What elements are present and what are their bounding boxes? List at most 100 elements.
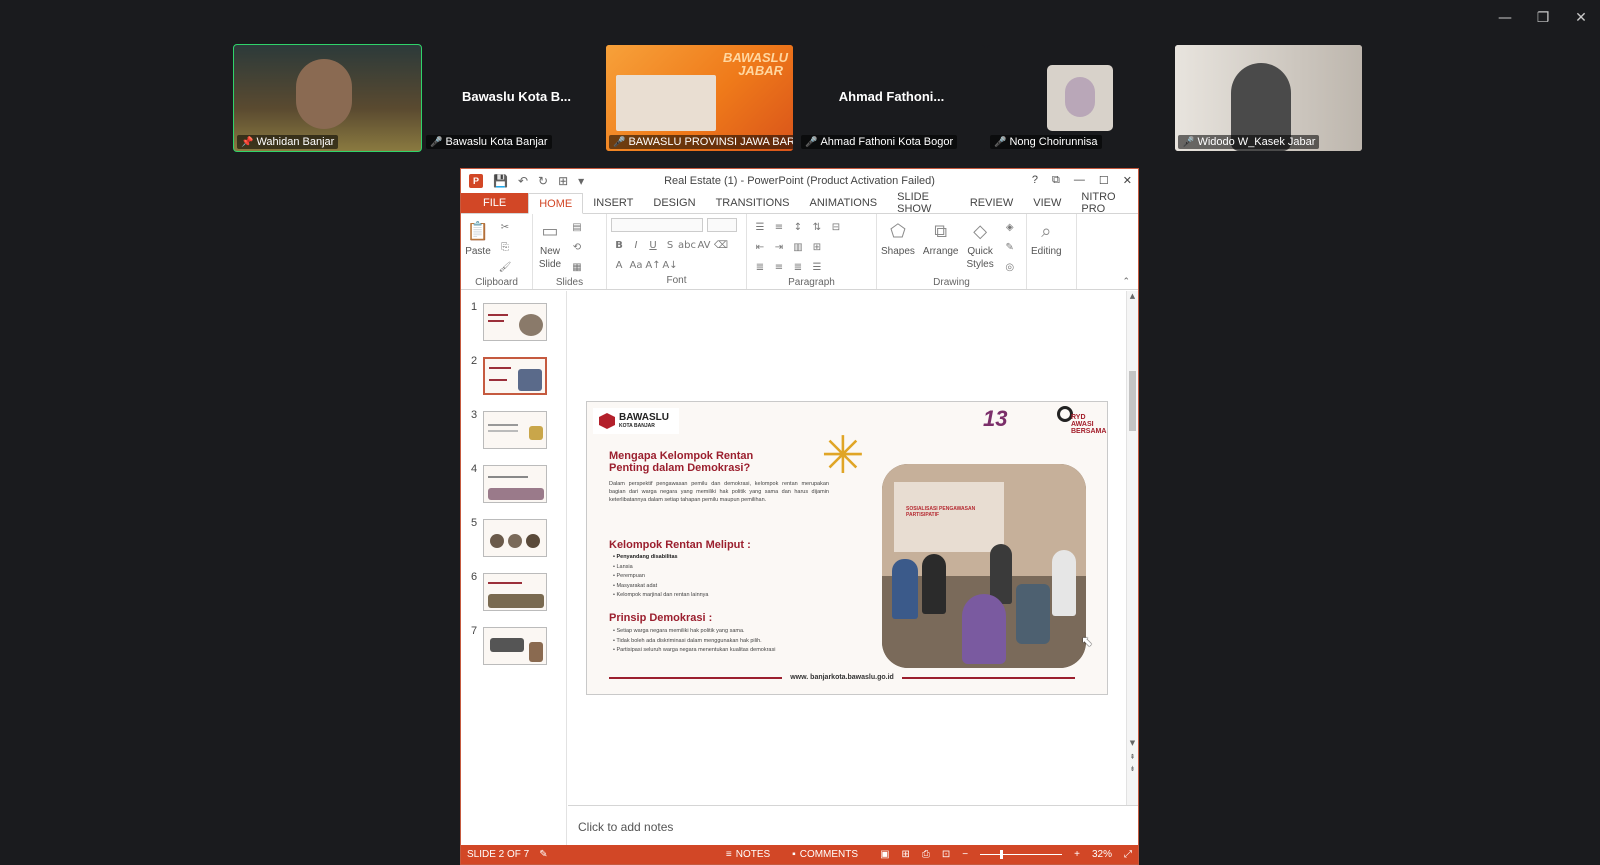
participant-tile[interactable]: 📌 Wahidan Banjar — [233, 44, 422, 152]
collapse-ribbon-icon[interactable]: ⌃ — [1122, 277, 1130, 287]
layout-icon[interactable]: ▤ — [572, 222, 581, 233]
strikethrough-icon[interactable]: abc — [678, 240, 696, 251]
normal-view-icon[interactable]: ▣ — [880, 849, 889, 860]
tab-review[interactable]: REVIEW — [960, 193, 1023, 213]
reading-view-icon[interactable]: ⎙ — [922, 849, 930, 860]
char-spacing-icon[interactable]: AV — [697, 240, 710, 251]
scroll-down-icon[interactable]: ▼ — [1127, 739, 1138, 747]
paste-button[interactable]: 📋 Paste — [465, 218, 491, 258]
current-slide[interactable]: BAWASLU KOTA BANJAR 13 RYD AWASI BERSAMA… — [586, 401, 1108, 695]
participant-tile[interactable]: Bawaslu Kota B... 🎤 Bawaslu Kota Banjar — [423, 45, 610, 151]
undo-icon[interactable]: ↶ — [518, 174, 528, 188]
redo-icon[interactable]: ↻ — [538, 174, 548, 188]
participant-tile[interactable]: Ahmad Fathoni... 🎤 Ahmad Fathoni Kota Bog… — [798, 45, 985, 151]
tab-animations[interactable]: ANIMATIONS — [800, 193, 888, 213]
customize-qat-icon[interactable]: ▾ — [578, 174, 584, 188]
slide-canvas[interactable]: BAWASLU KOTA BANJAR 13 RYD AWASI BERSAMA… — [568, 291, 1126, 805]
align-right-icon[interactable]: ≣ — [794, 262, 802, 273]
minimize-icon[interactable]: — — [1074, 174, 1085, 187]
line-spacing-icon[interactable]: ↕ — [794, 222, 802, 233]
slide-thumbnail[interactable]: 5 — [461, 517, 567, 559]
previous-slide-icon[interactable]: ⇞ — [1127, 753, 1138, 761]
participant-tile[interactable]: BAWASLU JABAR 🎤 BAWASLU PROVINSI JAWA BAR… — [606, 45, 793, 151]
vertical-scrollbar[interactable]: ▲ ▼ ⇞ ⇟ — [1126, 291, 1138, 805]
notes-pane[interactable]: Click to add notes — [568, 805, 1138, 847]
minimize-icon[interactable]: — — [1486, 6, 1524, 30]
bold-icon[interactable]: B — [615, 240, 623, 251]
maximize-icon[interactable]: ☐ — [1099, 174, 1109, 187]
zoom-in-icon[interactable]: + — [1074, 849, 1080, 860]
tab-view[interactable]: VIEW — [1023, 193, 1071, 213]
text-direction-icon[interactable]: ⇅ — [813, 222, 821, 233]
numbering-icon[interactable]: ≡ — [775, 222, 783, 233]
restore-icon[interactable]: ❐ — [1524, 6, 1562, 30]
zoom-level[interactable]: 32% — [1092, 849, 1112, 860]
columns-icon[interactable]: ▥ — [793, 242, 802, 253]
copy-icon[interactable]: ⎘ — [501, 242, 509, 253]
format-painter-icon[interactable]: 🖌 — [499, 262, 512, 273]
increase-indent-icon[interactable]: ⇥ — [775, 242, 783, 253]
align-text-icon[interactable]: ⊟ — [832, 222, 840, 233]
tab-nitro-pro[interactable]: NITRO PRO — [1071, 191, 1138, 215]
slideshow-icon[interactable]: ⊞ — [558, 174, 568, 188]
shape-fill-icon[interactable]: ◈ — [1006, 222, 1014, 233]
close-icon[interactable]: ✕ — [1562, 6, 1600, 30]
shape-effects-icon[interactable]: ◎ — [1005, 262, 1014, 273]
close-icon[interactable]: ✕ — [1123, 174, 1132, 187]
participant-tile[interactable]: 🎤 Widodo W_Kasek Jabar — [1175, 45, 1362, 151]
tab-design[interactable]: DESIGN — [643, 193, 705, 213]
shapes-button[interactable]: ⬠ Shapes — [881, 218, 915, 258]
underline-icon[interactable]: U — [649, 240, 656, 251]
slideshow-view-icon[interactable]: ⊡ — [942, 849, 950, 860]
font-name-combobox[interactable] — [611, 218, 703, 232]
reset-icon[interactable]: ⟲ — [573, 242, 581, 253]
decrease-indent-icon[interactable]: ⇤ — [756, 242, 764, 253]
grow-font-icon[interactable]: A↑ — [645, 260, 660, 271]
change-case-icon[interactable]: Aa — [630, 260, 643, 271]
notes-button[interactable]: ≡ NOTES — [726, 849, 770, 860]
list-item: Perempuan — [613, 572, 709, 582]
editing-button[interactable]: ⌕ Editing — [1031, 218, 1062, 258]
comments-button[interactable]: ▪ COMMENTS — [792, 849, 858, 860]
font-color-icon[interactable]: A — [616, 260, 623, 271]
cut-icon[interactable]: ✂ — [501, 222, 509, 233]
bullets-icon[interactable]: ☰ — [756, 222, 765, 233]
italic-icon[interactable]: I — [635, 240, 638, 251]
justify-icon[interactable]: ☰ — [813, 262, 822, 273]
tab-insert[interactable]: INSERT — [583, 193, 643, 213]
shape-outline-icon[interactable]: ✎ — [1006, 242, 1014, 253]
slide-thumbnail[interactable]: 6 — [461, 571, 567, 613]
tab-home[interactable]: HOME — [528, 193, 584, 214]
slide-thumbnail[interactable]: 4 — [461, 463, 567, 505]
zoom-out-icon[interactable]: − — [962, 849, 968, 860]
shadow-icon[interactable]: S — [667, 240, 673, 251]
zoom-slider[interactable] — [980, 850, 1063, 859]
section-icon[interactable]: ▦ — [572, 262, 581, 273]
slide-sorter-icon[interactable]: ⊞ — [902, 849, 910, 860]
align-left-icon[interactable]: ≣ — [756, 262, 764, 273]
fit-to-window-icon[interactable]: ⤢ — [1124, 849, 1132, 860]
font-size-combobox[interactable] — [707, 218, 737, 232]
slide-thumbnail[interactable]: 1 — [461, 301, 567, 343]
next-slide-icon[interactable]: ⇟ — [1127, 765, 1138, 773]
arrange-button[interactable]: ⧉ Arrange — [923, 218, 959, 258]
save-icon[interactable]: 💾 — [493, 174, 508, 188]
smartart-icon[interactable]: ⊞ — [813, 242, 821, 253]
quick-styles-button[interactable]: ◇ Quick Styles — [967, 218, 994, 271]
slide-thumbnail[interactable]: 2 — [461, 355, 567, 397]
tab-transitions[interactable]: TRANSITIONS — [706, 193, 800, 213]
scrollbar-thumb[interactable] — [1129, 371, 1136, 431]
spell-check-icon[interactable]: ✎ — [539, 849, 547, 860]
shrink-font-icon[interactable]: A↓ — [662, 260, 677, 271]
ribbon-display-icon[interactable]: ⧉ — [1052, 174, 1060, 187]
participant-tile[interactable]: 🎤 Nong Choirunnisa — [987, 45, 1174, 151]
scroll-up-icon[interactable]: ▲ — [1127, 292, 1138, 300]
tab-file[interactable]: FILE — [461, 193, 529, 213]
slide-thumbnail[interactable]: 7 — [461, 625, 567, 667]
slide-thumbnail[interactable]: 3 — [461, 409, 567, 451]
align-center-icon[interactable]: ≡ — [775, 262, 783, 273]
clear-format-icon[interactable]: ⌫ — [714, 240, 728, 251]
new-slide-button[interactable]: ▭ New Slide — [537, 218, 563, 271]
tab-slide-show[interactable]: SLIDE SHOW — [887, 191, 960, 215]
help-icon[interactable]: ? — [1032, 174, 1038, 187]
